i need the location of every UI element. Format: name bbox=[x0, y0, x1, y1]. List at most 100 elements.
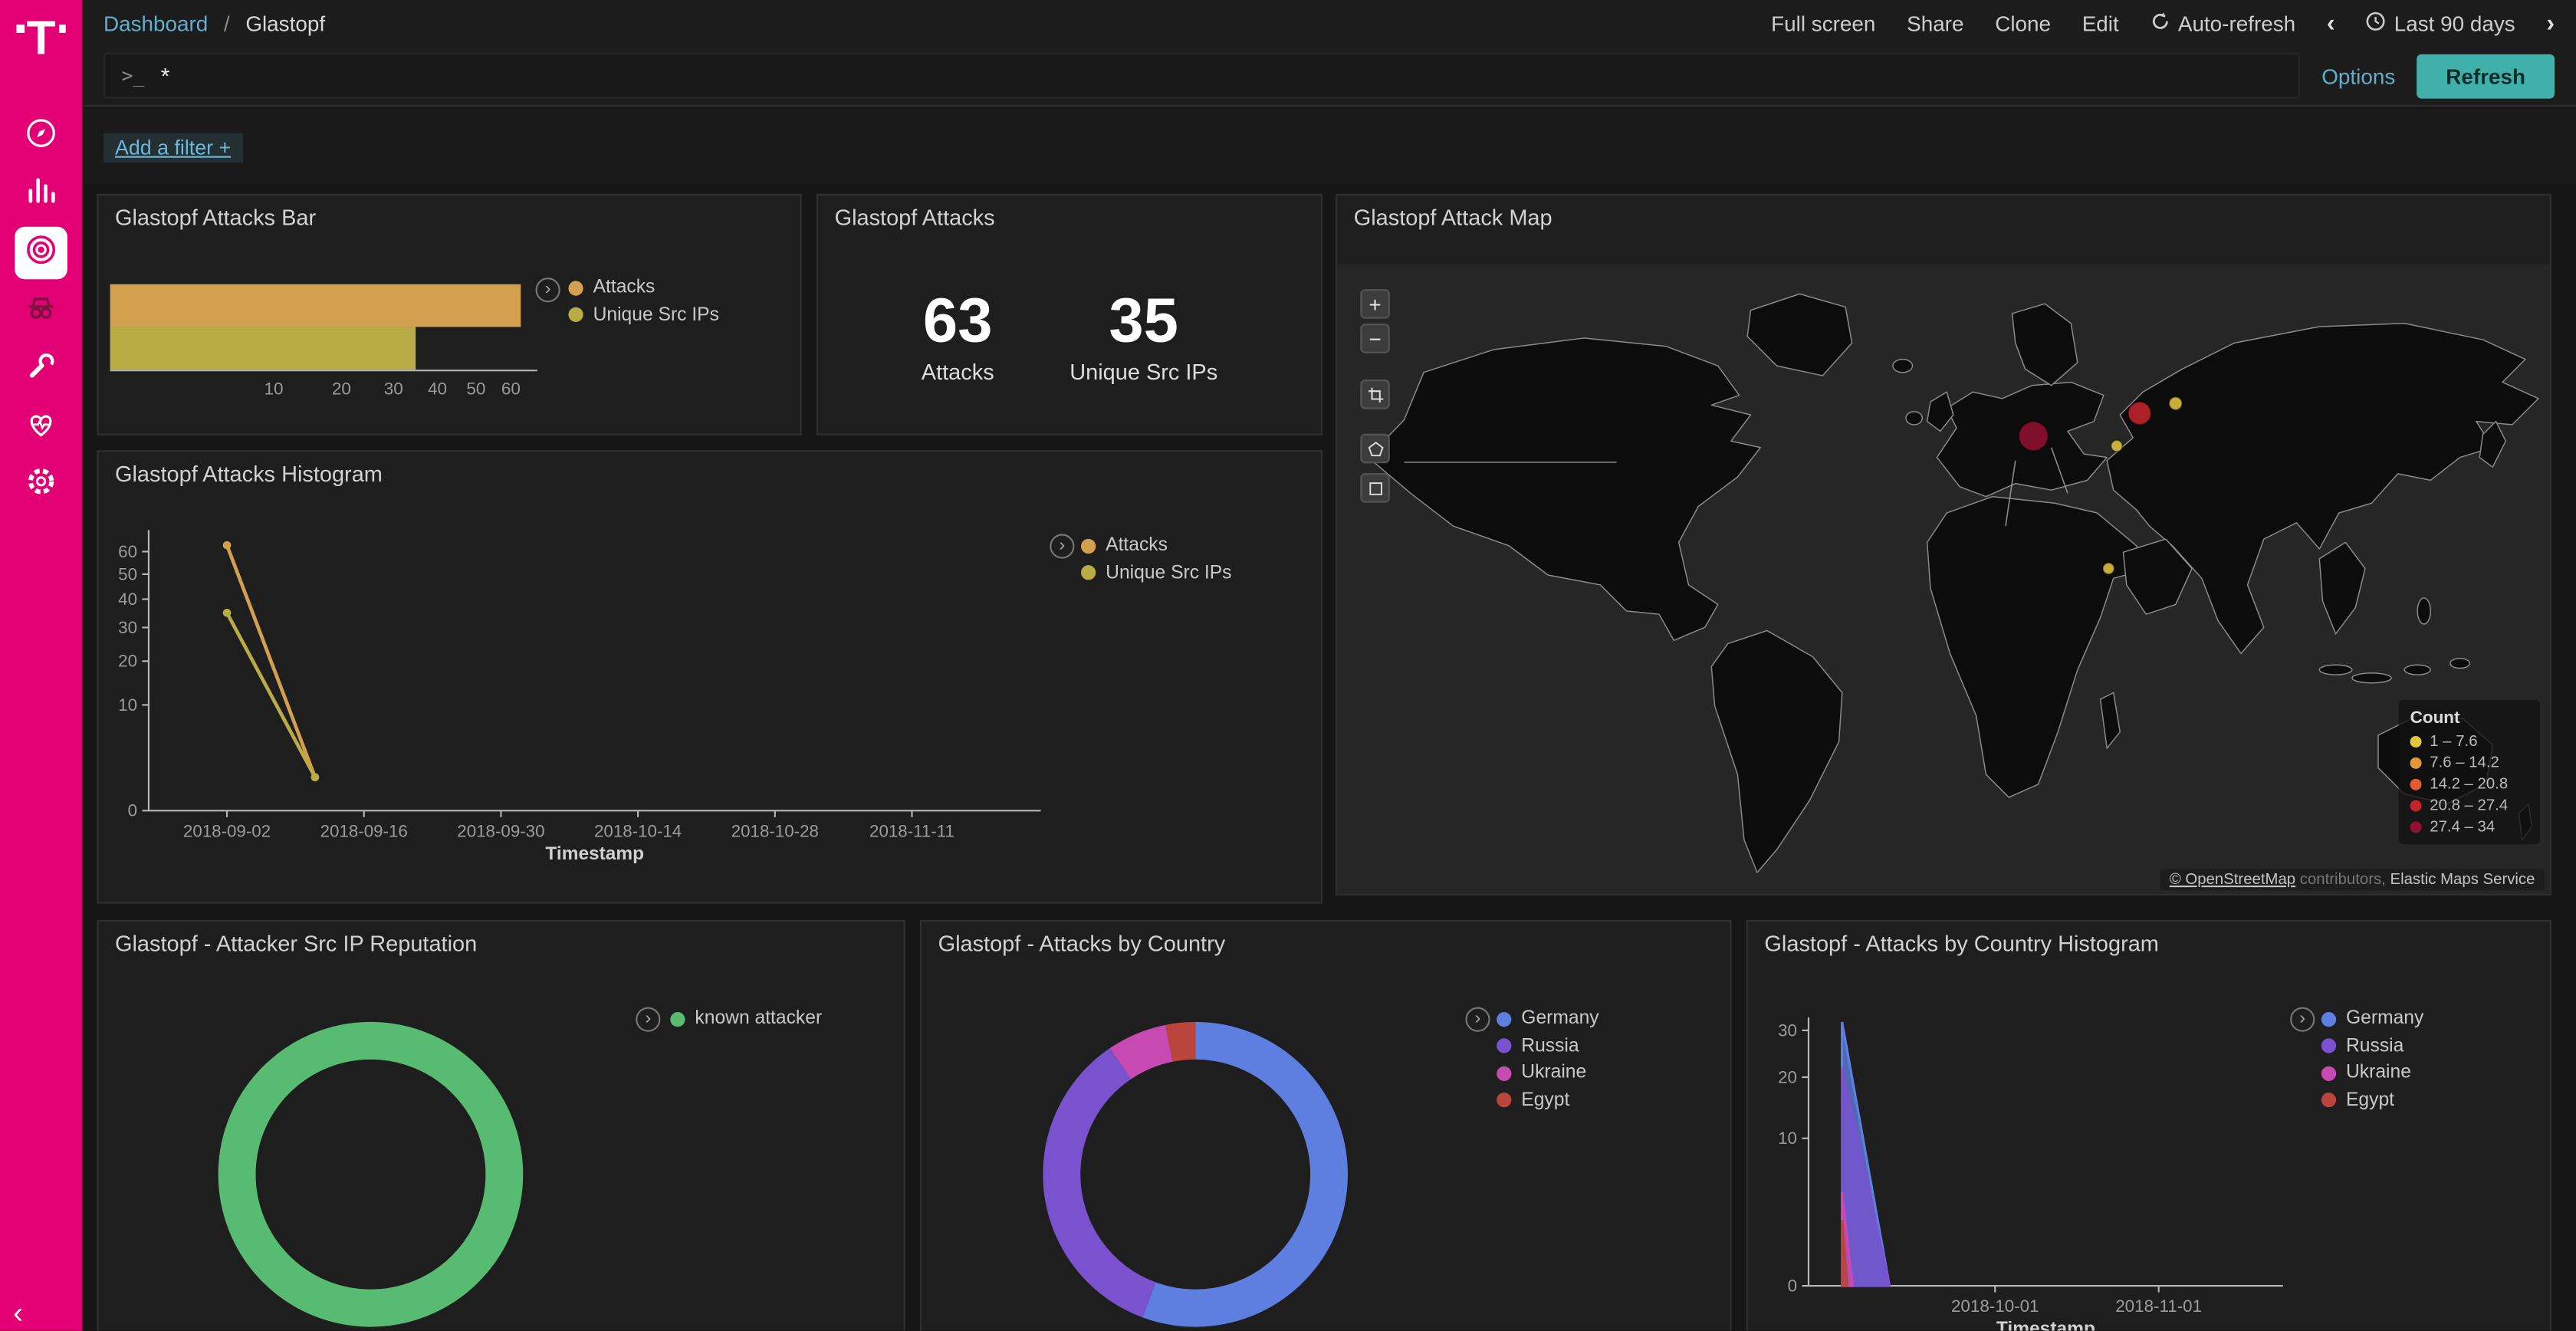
legend-item-known-attacker[interactable]: known attacker bbox=[670, 1009, 822, 1029]
full-screen-button[interactable]: Full screen bbox=[1771, 11, 1875, 35]
edit-button[interactable]: Edit bbox=[2082, 11, 2119, 35]
map-fit-bounds-button[interactable] bbox=[1360, 380, 1390, 409]
svg-text:10: 10 bbox=[118, 695, 137, 715]
legend-item-attacks[interactable]: Attacks bbox=[1081, 536, 1232, 556]
legend-item-unique-src-ips[interactable]: Unique Src IPs bbox=[1081, 563, 1232, 583]
world-map-svg[interactable] bbox=[1337, 265, 2549, 894]
map-legend-range: 7.6 – 14.2 bbox=[2410, 754, 2528, 773]
bar-attacks[interactable] bbox=[110, 284, 521, 327]
map-legend-title: Count bbox=[2410, 708, 2528, 728]
bar-unique-src-ips[interactable] bbox=[110, 327, 416, 370]
map-draw-rectangle-button[interactable] bbox=[1360, 473, 1390, 503]
legend-color-dot bbox=[1497, 1093, 1511, 1107]
sidebar-item-dev-tools[interactable] bbox=[15, 345, 67, 394]
data-point[interactable] bbox=[311, 773, 320, 781]
legend-item-russia[interactable]: Russia bbox=[1497, 1036, 1598, 1056]
panel-title: Glastopf Attacks bbox=[835, 205, 995, 230]
legend-item-attacks[interactable]: Attacks bbox=[568, 278, 719, 297]
series-line-Unique Src IPs[interactable] bbox=[227, 613, 315, 777]
legend-item-ukraine[interactable]: Ukraine bbox=[1497, 1063, 1598, 1083]
series-line-Attacks[interactable] bbox=[227, 545, 315, 777]
legend-item-germany[interactable]: Germany bbox=[2321, 1009, 2423, 1029]
line-chart[interactable]: 01020304050602018-09-022018-09-162018-09… bbox=[99, 452, 1321, 902]
legend-color-dot bbox=[2410, 821, 2422, 833]
x-tick-label: 40 bbox=[428, 380, 447, 399]
map-point[interactable] bbox=[2111, 440, 2123, 452]
add-filter-link[interactable]: Add a filter + bbox=[104, 133, 242, 163]
sidebar-item-dashboard[interactable] bbox=[15, 227, 67, 280]
legend-toggle-button[interactable]: › bbox=[536, 278, 560, 302]
sidebar-item-management[interactable] bbox=[15, 460, 67, 509]
time-range-picker[interactable]: Last 90 days bbox=[2366, 11, 2515, 35]
map-legend-range: 20.8 – 27.4 bbox=[2410, 797, 2528, 815]
map-draw-polygon-button[interactable] bbox=[1360, 434, 1390, 464]
dashboard-grid: Glastopf Attacks Bar 102030405060 › Atta… bbox=[82, 184, 2576, 1331]
map-legend-range: 27.4 – 34 bbox=[2410, 818, 2528, 836]
telekom-logo[interactable]: T bbox=[15, 10, 67, 76]
legend-color-dot bbox=[1497, 1011, 1511, 1026]
map-point[interactable] bbox=[2169, 397, 2182, 410]
map-zoom-in-button[interactable]: + bbox=[1360, 289, 1390, 319]
legend-range-label: 14.2 – 20.8 bbox=[2430, 775, 2508, 794]
share-button[interactable]: Share bbox=[1907, 11, 1963, 35]
legend-item-egypt[interactable]: Egypt bbox=[2321, 1090, 2423, 1110]
donut-chart[interactable] bbox=[922, 922, 1730, 1331]
legend-item-ukraine[interactable]: Ukraine bbox=[2321, 1063, 2423, 1083]
sidebar-item-visualize[interactable] bbox=[15, 169, 67, 219]
rectangle-icon bbox=[1366, 479, 1385, 498]
legend-toggle-button[interactable]: › bbox=[636, 1007, 660, 1032]
legend-toggle-button[interactable]: › bbox=[1050, 534, 1074, 558]
map-zoom-out-button[interactable]: − bbox=[1360, 324, 1390, 353]
legend-color-dot bbox=[1497, 1038, 1511, 1053]
legend-label: Ukraine bbox=[1521, 1063, 1586, 1083]
donut-chart[interactable] bbox=[99, 922, 904, 1331]
sidebar-item-monitoring[interactable] bbox=[15, 403, 67, 452]
svg-text:2018-10-14: 2018-10-14 bbox=[594, 821, 682, 840]
sidebar-item-discover[interactable] bbox=[15, 112, 67, 161]
map-point[interactable] bbox=[2128, 402, 2151, 425]
svg-text:2018-11-11: 2018-11-11 bbox=[869, 821, 955, 840]
time-back-icon[interactable]: ‹ bbox=[2327, 11, 2335, 35]
legend-label: Germany bbox=[2346, 1009, 2423, 1029]
time-forward-icon[interactable]: › bbox=[2546, 11, 2555, 35]
area-chart[interactable]: 01020302018-10-012018-11-01Timestamp bbox=[1748, 922, 2550, 1331]
legend-color-dot bbox=[2410, 736, 2422, 748]
pie-slice-known-attacker[interactable] bbox=[237, 1040, 504, 1308]
svg-text:Timestamp: Timestamp bbox=[1996, 1319, 2095, 1331]
openstreetmap-link[interactable]: © OpenStreetMap bbox=[2170, 871, 2295, 889]
legend-item-unique-src-ips[interactable]: Unique Src IPs bbox=[568, 305, 719, 325]
svg-text:2018-11-01: 2018-11-01 bbox=[2115, 1296, 2202, 1316]
sidebar-item-honeypot[interactable] bbox=[15, 288, 67, 337]
query-value: * bbox=[161, 62, 170, 88]
legend-label: Egypt bbox=[1521, 1090, 1569, 1110]
breadcrumb-dashboard-link[interactable]: Dashboard bbox=[104, 11, 208, 35]
legend-color-dot bbox=[568, 280, 583, 294]
legend-toggle-button[interactable]: › bbox=[2290, 1007, 2315, 1032]
auto-refresh-button[interactable]: Auto-refresh bbox=[2150, 11, 2295, 35]
map-point[interactable] bbox=[2103, 563, 2114, 574]
legend-item-russia[interactable]: Russia bbox=[2321, 1036, 2423, 1056]
legend-item-egypt[interactable]: Egypt bbox=[1497, 1090, 1598, 1110]
panel-title: Glastopf Attack Map bbox=[1354, 205, 1552, 230]
legend-label: Unique Src IPs bbox=[593, 305, 719, 325]
legend-toggle-button[interactable]: › bbox=[1465, 1007, 1490, 1032]
map-point[interactable] bbox=[2019, 422, 2048, 451]
refresh-button[interactable]: Refresh bbox=[2417, 54, 2555, 98]
data-point[interactable] bbox=[223, 541, 232, 550]
collapse-nav-icon[interactable]: ‹ bbox=[13, 1298, 23, 1328]
query-options-link[interactable]: Options bbox=[2321, 64, 2395, 88]
svg-text:40: 40 bbox=[118, 590, 137, 609]
map-count-legend: Count 1 – 7.67.6 – 14.214.2 – 20.820.8 –… bbox=[2399, 700, 2540, 845]
clone-button[interactable]: Clone bbox=[1995, 11, 2051, 35]
chart-legend: known attacker bbox=[670, 1009, 822, 1029]
svg-text:20: 20 bbox=[118, 652, 137, 671]
search-query-input[interactable]: >_ * bbox=[104, 53, 2300, 99]
svg-text:2018-10-01: 2018-10-01 bbox=[1951, 1296, 2039, 1316]
metric-group: 63 Attacks 35 Unique Src IPs bbox=[818, 291, 1321, 384]
world-map[interactable]: + − Count 1 – 7.67.6 – 14.214.2 – 20.820… bbox=[1337, 265, 2549, 894]
data-point[interactable] bbox=[223, 609, 232, 617]
panel-glastopf-attacks-bar: Glastopf Attacks Bar 102030405060 › Atta… bbox=[97, 194, 801, 435]
legend-item-germany[interactable]: Germany bbox=[1497, 1009, 1598, 1029]
panel-glastopf-attacks-metric: Glastopf Attacks 63 Attacks 35 Unique Sr… bbox=[816, 194, 1322, 435]
elastic-maps-service-link[interactable]: Elastic Maps Service bbox=[2390, 871, 2535, 889]
